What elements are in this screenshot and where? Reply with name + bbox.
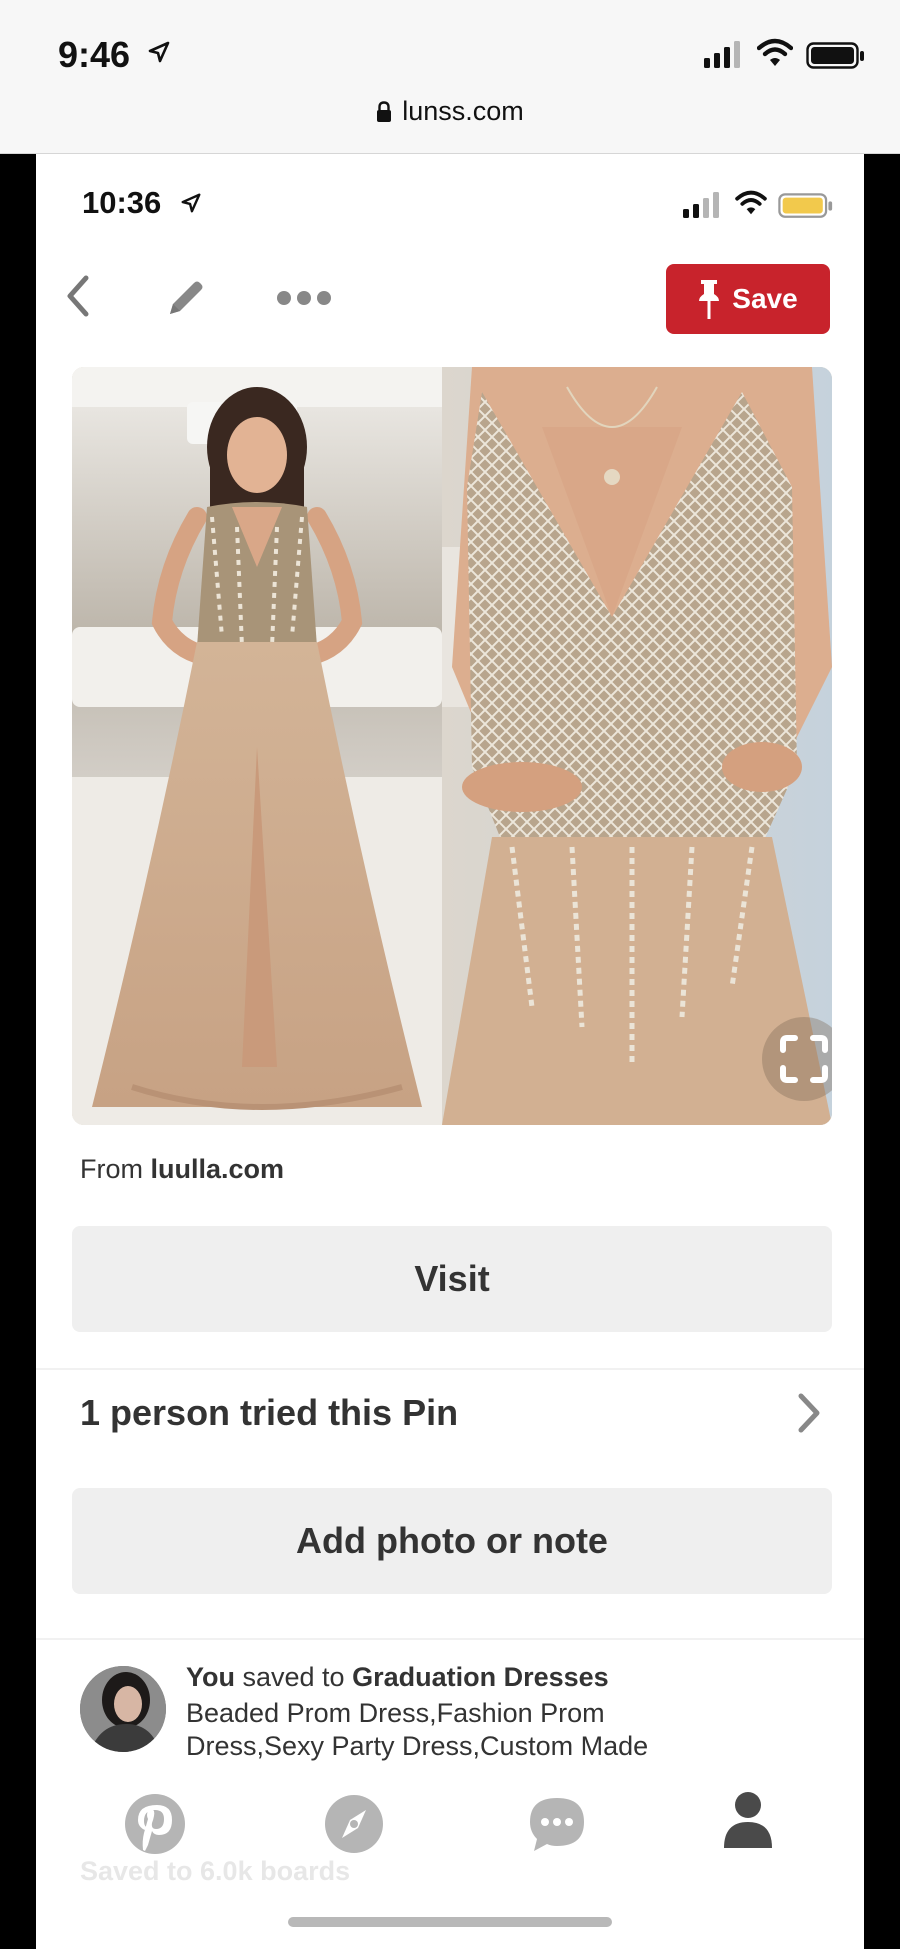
expand-icon	[780, 1035, 828, 1083]
saved-activity: You saved to Graduation Dresses Beaded P…	[36, 1644, 864, 1764]
wifi-icon	[735, 190, 767, 215]
pin-description: Beaded Prom Dress,Fashion Prom Dress,Sex…	[186, 1698, 649, 1761]
battery-icon	[778, 193, 833, 218]
chevron-right-icon	[798, 1393, 820, 1433]
dress-photo	[72, 367, 832, 1125]
outer-clock: 9:46	[58, 34, 131, 75]
source-prefix: From	[80, 1154, 151, 1184]
save-button[interactable]: Save	[666, 264, 830, 334]
pushpin-icon	[699, 280, 720, 319]
pin-image[interactable]	[72, 367, 832, 1125]
tried-this-pin-row[interactable]: 1 person tried this Pin	[36, 1362, 864, 1462]
avatar-photo	[80, 1666, 166, 1752]
location-arrow-icon	[181, 193, 201, 213]
battery-icon	[806, 42, 864, 69]
wifi-icon	[757, 38, 793, 66]
saved-count-text: Saved to 6.0k boards	[80, 1856, 351, 1886]
more-options-icon[interactable]	[276, 290, 332, 306]
pin-detail-screen: 10:36 Save From luulla.com Visit 1 perso…	[36, 154, 864, 1949]
compass-icon[interactable]	[324, 1794, 384, 1854]
activity-verb: saved to	[235, 1662, 353, 1692]
source-domain-link[interactable]: luulla.com	[151, 1154, 285, 1184]
activity-summary: You saved to Graduation Dresses	[186, 1662, 609, 1693]
cellular-signal-icon	[683, 192, 719, 218]
visit-button[interactable]: Visit	[72, 1226, 832, 1332]
avatar[interactable]	[80, 1666, 166, 1752]
location-arrow-icon	[148, 41, 170, 63]
inner-clock: 10:36	[82, 185, 162, 220]
add-photo-or-note-button[interactable]: Add photo or note	[72, 1488, 832, 1594]
browser-status-bar: 9:46 lunss.com	[0, 0, 900, 154]
lock-icon	[377, 101, 392, 122]
home-indicator[interactable]	[288, 1917, 612, 1927]
pinterest-logo-icon[interactable]	[124, 1793, 186, 1855]
cellular-signal-icon	[704, 41, 740, 68]
back-chevron-icon[interactable]	[66, 274, 90, 318]
activity-actor: You	[186, 1662, 235, 1692]
edit-pencil-icon[interactable]	[164, 276, 208, 320]
url-bar[interactable]: lunss.com	[0, 96, 900, 127]
board-name-link[interactable]: Graduation Dresses	[352, 1662, 609, 1692]
divider	[36, 1638, 864, 1640]
source-attribution: From luulla.com	[80, 1154, 284, 1185]
save-button-label: Save	[732, 283, 798, 314]
profile-icon[interactable]	[720, 1790, 776, 1850]
url-text: lunss.com	[402, 96, 524, 126]
tried-count-text: 1 person tried this Pin	[80, 1392, 459, 1433]
chat-bubble-icon[interactable]	[526, 1794, 588, 1854]
